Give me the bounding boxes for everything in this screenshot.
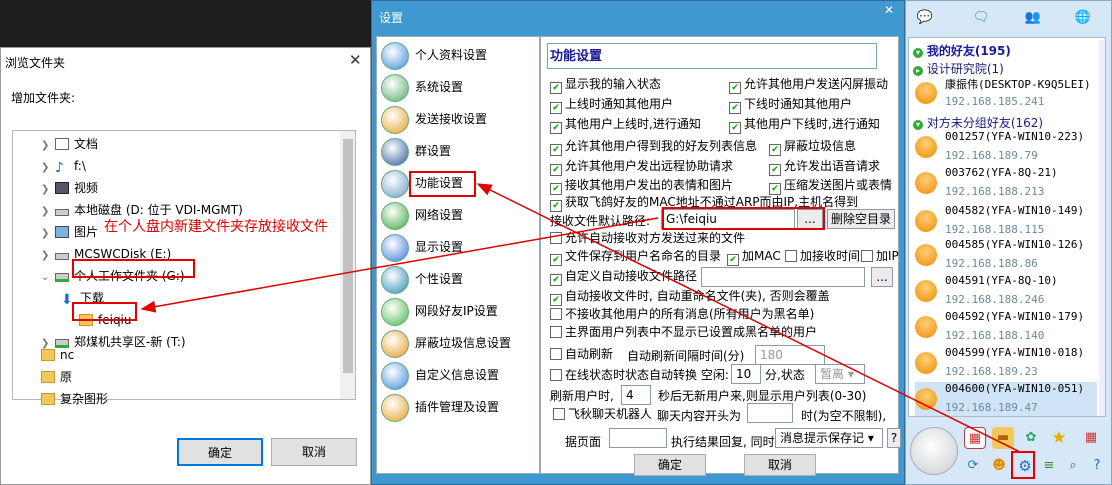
arrow-to-feiqiu-folder (140, 217, 659, 313)
annotation-arrows (140, 183, 1021, 453)
arrow-to-function-settings (476, 183, 1021, 453)
